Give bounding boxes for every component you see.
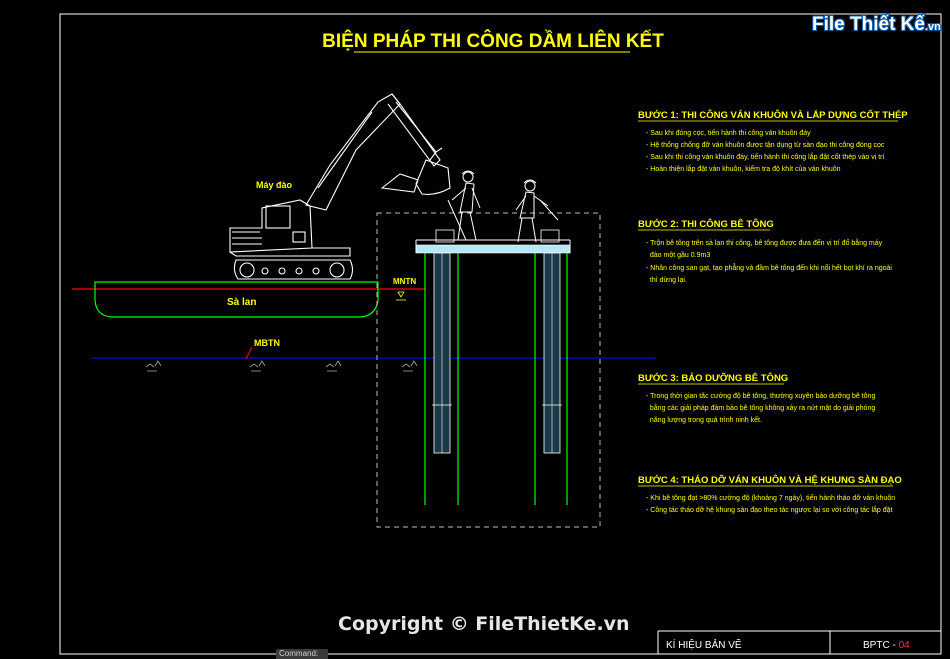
titleblock-label: KÍ HIỆU BẢN VẼ <box>666 638 742 651</box>
step-2-line: đào một gầu 0.9m3 <box>646 250 710 259</box>
logo-suffix: .vn <box>924 21 941 33</box>
step-2-line: thì dừng lại. <box>646 277 687 284</box>
step-3-line: năng lượng trong quá trình ninh kết. <box>646 415 762 424</box>
step-1: BƯỚC 1: THI CÔNG VÁN KHUÔN VÀ LẮP DỰNG C… <box>638 109 908 173</box>
step-1-line: - Sau khi thi công ván khuôn đáy, tiến h… <box>646 152 884 161</box>
pile-right <box>534 252 568 505</box>
worker-right <box>515 179 559 243</box>
step-2-line: - Nhân công san gạt, tạo phẳng và đầm bê… <box>646 263 892 272</box>
copyright-watermark: Copyright © FileThietKe.vn <box>338 613 630 635</box>
step-4-heading: BƯỚC 4: THÁO DỠ VÁN KHUÔN VÀ HỆ KHUNG SÀ… <box>638 474 902 486</box>
command-line[interactable]: Command: <box>276 649 328 659</box>
beam-platform <box>415 244 571 254</box>
step-2: BƯỚC 2: THI CÔNG BÊ TÔNG - Trộn bê tông … <box>638 218 892 284</box>
step-2-heading: BƯỚC 2: THI CÔNG BÊ TÔNG <box>638 218 774 230</box>
step-1-heading: BƯỚC 1: THI CÔNG VÁN KHUÔN VÀ LẮP DỰNG C… <box>638 109 908 121</box>
site-logo: File Thiết Kế.vn <box>812 14 941 36</box>
step-4: BƯỚC 4: THÁO DỠ VÁN KHUÔN VÀ HỆ KHUNG SÀ… <box>638 474 902 514</box>
excavator-label: Máy đào <box>256 180 293 190</box>
step-3-line: bằng các giải pháp đảm bảo bê tông không… <box>646 403 875 412</box>
step-1-line: - Sau khi đóng cọc, tiến hành thi công v… <box>646 128 811 137</box>
step-1-line: - Hệ thống chống đỡ ván khuôn được tận d… <box>646 140 885 149</box>
water-symbols <box>145 360 418 372</box>
drawing-title: BIỆN PHÁP THI CÔNG DẦM LIÊN KẾT <box>322 30 664 52</box>
drawing-code: BPTC - 04 <box>863 640 910 651</box>
step-3: BƯỚC 3: BẢO DƯỠNG BÊ TÔNG - Trong thời g… <box>638 372 875 424</box>
mntn-marker <box>397 291 405 298</box>
mbtn-leader <box>245 346 253 360</box>
drawing-canvas: BIỆN PHÁP THI CÔNG DẦM LIÊN KẾT MNTN MBT… <box>59 13 942 655</box>
logo-text: File Thiết Kế <box>812 14 925 35</box>
step-3-line: - Trong thời gian tăc cường độ bê tông, … <box>646 393 875 400</box>
step-3-heading: BƯỚC 3: BẢO DƯỠNG BÊ TÔNG <box>638 372 788 384</box>
step-1-line: - Hoàn thiện lắp đặt ván khuôn, kiểm tra… <box>646 164 841 173</box>
step-4-line: - Khi bê tông đạt >80% cường độ (khoảng … <box>646 493 895 502</box>
step-2-line: - Trộn bê tông trên sà lan thi công, bê … <box>646 238 883 247</box>
pile-left <box>424 252 459 505</box>
title-block: KÍ HIỆU BẢN VẼ BPTC - 04 <box>657 630 941 654</box>
mbtn-label: MBTN <box>254 338 280 348</box>
barge-label: Sà lan <box>227 297 256 308</box>
mntn-label: MNTN <box>393 277 416 286</box>
step-4-line: - Công tác tháo dỡ hệ khung sàn đạo theo… <box>646 505 893 514</box>
